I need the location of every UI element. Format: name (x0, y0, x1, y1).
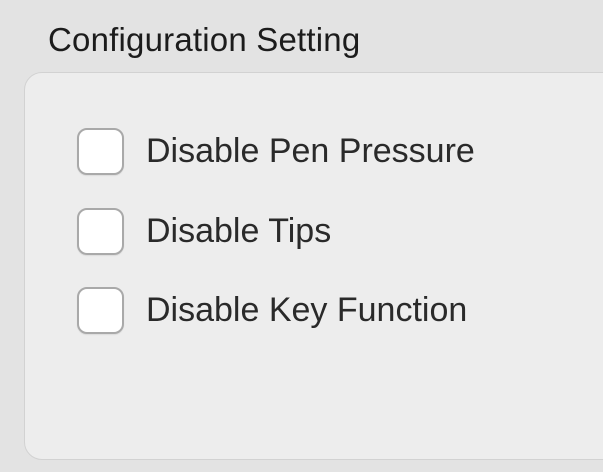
disable-pen-pressure-option[interactable]: Disable Pen Pressure (77, 126, 475, 176)
disable-key-function-label[interactable]: Disable Key Function (146, 285, 467, 335)
settings-window: Configuration Setting Disable Pen Pressu… (0, 0, 603, 472)
configuration-group: Disable Pen Pressure Disable Tips Disabl… (24, 72, 603, 460)
disable-pen-pressure-checkbox[interactable] (77, 127, 124, 175)
disable-tips-option[interactable]: Disable Tips (77, 206, 331, 256)
section-title: Configuration Setting (48, 21, 361, 58)
disable-pen-pressure-label[interactable]: Disable Pen Pressure (146, 126, 475, 176)
disable-key-function-option[interactable]: Disable Key Function (77, 285, 467, 335)
disable-key-function-checkbox[interactable] (77, 286, 124, 334)
disable-tips-checkbox[interactable] (77, 207, 124, 255)
disable-tips-label[interactable]: Disable Tips (146, 206, 331, 256)
